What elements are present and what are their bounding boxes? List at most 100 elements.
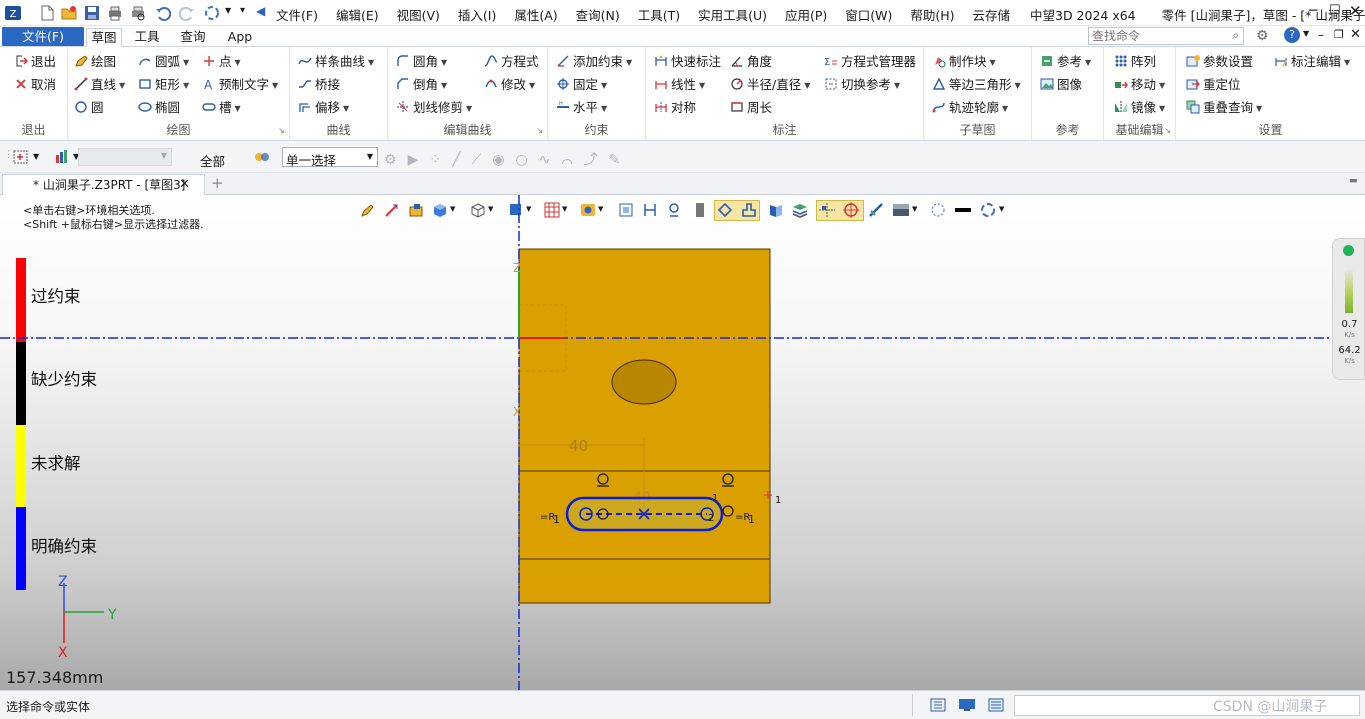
chevron-down-icon[interactable]: ▼ [183, 58, 189, 67]
dimension-edit-button[interactable]: 标注编辑 ▼ [1274, 53, 1350, 71]
horizontal-button[interactable]: H 水平 ▼ [556, 99, 607, 117]
tab-list-icon[interactable]: ▬ [1349, 176, 1358, 186]
new-file-icon[interactable] [38, 4, 56, 22]
snap-circle-icon[interactable]: ○ [516, 152, 539, 168]
snap-point-icon[interactable]: ⚙ [384, 152, 408, 168]
move-button[interactable]: 移动 ▼ [1114, 76, 1165, 94]
redo-icon[interactable] [178, 4, 196, 22]
equilateral-triangle-button[interactable]: 等边三角形 ▼ [932, 76, 1021, 94]
chevron-down-icon[interactable]: ▼ [1015, 81, 1021, 90]
chevron-down-icon[interactable]: ▼ [272, 81, 278, 90]
chevron-down-icon[interactable]: ▼ [699, 81, 705, 90]
command-search-box[interactable]: ⌕ [1088, 27, 1244, 45]
list-view-icon[interactable] [988, 698, 1004, 712]
save-icon[interactable] [83, 4, 101, 22]
modify-button[interactable]: 修改 ▼ [484, 76, 535, 94]
toggle-reference-button[interactable]: 切换参考 ▼ [824, 76, 900, 94]
cancel-button[interactable]: 取消 [14, 76, 56, 94]
performance-monitor-panel[interactable]: 0.7 K/s 64.2 K/s [1332, 238, 1365, 380]
overlap-query-button[interactable]: 重叠查询 ▼ [1186, 99, 1262, 117]
relocate-button[interactable]: 重定位 [1186, 76, 1241, 94]
part-hole[interactable] [611, 359, 677, 405]
snap-center-icon[interactable]: ◉ [492, 152, 515, 168]
snap-filter-toolbar[interactable]: ⚙▶⁘╱⟋◉○∿⌒⤴✎ [384, 149, 674, 168]
tab-tools[interactable]: 工具 [128, 28, 166, 47]
chevron-down-icon[interactable]: ▼ [466, 104, 472, 113]
chevron-down-icon[interactable]: ▼ [441, 58, 447, 67]
perimeter-button[interactable]: 周长 [730, 99, 772, 117]
rectangle-button[interactable]: 矩形 ▼ [138, 76, 189, 94]
mirror-button[interactable]: 镜像 ▼ [1114, 99, 1165, 117]
chevron-down-icon[interactable]: ▼ [601, 81, 607, 90]
radius-diameter-button[interactable]: 半径/直径 ▼ [730, 76, 810, 94]
add-constraint-button[interactable]: 添加约束 ▼ [556, 53, 632, 71]
menu-file[interactable]: 文件(F) [276, 8, 318, 23]
help-icon[interactable]: ? [1284, 27, 1300, 43]
search-icon[interactable]: ⌕ [1232, 28, 1239, 43]
sketch-canvas[interactable]: Z X 40 40 =R 1 =R 1 1 1 2 Z [0, 195, 1365, 690]
document-tab-sketch3[interactable]: * 山涧果子.Z3PRT - [草图3] ✕ [2, 174, 205, 195]
snap-tangent-icon[interactable]: ⤴ [584, 152, 609, 168]
draw-button[interactable]: 绘图 [74, 53, 116, 71]
snap-arc-icon[interactable]: ⌒ [562, 152, 584, 168]
bridge-button[interactable]: 桥接 [298, 76, 340, 94]
dialog-launcher-icon[interactable]: ↘ [1164, 126, 1171, 135]
circle-button[interactable]: 圆 [74, 99, 104, 117]
open-folder-icon[interactable] [60, 4, 78, 22]
preset-text-button[interactable]: A 预制文字 ▼ [202, 76, 278, 94]
snap-brush-icon[interactable]: ✎ [609, 152, 632, 168]
dialog-launcher-icon[interactable]: ↘ [278, 126, 285, 135]
menu-cloud[interactable]: 云存储 [973, 8, 1011, 23]
chevron-down-icon[interactable]: ▼ [343, 104, 349, 113]
filter-all-label[interactable]: 全部 [200, 151, 225, 170]
chevron-down-icon[interactable]: ▼ [1159, 104, 1165, 113]
tab-app[interactable]: App [220, 28, 260, 47]
color-filter-icon[interactable] [54, 149, 72, 165]
minimize-icon[interactable]: ─ [1309, 3, 1317, 19]
menu-window[interactable]: 窗口(W) [845, 8, 892, 23]
pattern-button[interactable]: 阵列 [1114, 53, 1156, 71]
add-filter-icon[interactable] [12, 149, 30, 165]
chevron-down-icon[interactable]: ▼ [1002, 104, 1008, 113]
snap-endpoint-icon[interactable]: ⟋ [472, 152, 493, 168]
close-icon[interactable]: ✕ [1349, 2, 1362, 20]
menu-edit[interactable]: 编辑(E) [336, 8, 379, 23]
point-button[interactable]: 点 ▼ [202, 53, 241, 71]
fillet-button[interactable]: 圆角 ▼ [396, 53, 447, 71]
file-menu-button[interactable]: 文件(F) [2, 27, 84, 46]
monitor-icon[interactable] [958, 698, 976, 712]
tab-query[interactable]: 查询 [172, 28, 214, 47]
undo-icon[interactable] [154, 4, 172, 22]
equation-manager-button[interactable]: Σ 方程式管理器 [824, 53, 916, 71]
tab-sketch[interactable]: 草图 [86, 28, 122, 47]
menu-query[interactable]: 查询(N) [576, 8, 620, 23]
filter-settings-icon[interactable] [253, 149, 271, 165]
angle-dimension-button[interactable]: 角度 [730, 53, 772, 71]
menu-tools[interactable]: 工具(T) [638, 8, 680, 23]
arc-button[interactable]: 圆弧 ▼ [138, 53, 189, 71]
image-button[interactable]: 图像 [1040, 76, 1082, 94]
rebuild-icon[interactable] [203, 4, 221, 22]
close-tab-icon[interactable]: ✕ [179, 175, 190, 195]
color-filter-dropdown[interactable]: ▼ [78, 148, 172, 166]
trim-button[interactable]: 划线修剪 ▼ [396, 99, 472, 117]
chevron-down-icon[interactable]: ▼ [601, 104, 607, 113]
chevron-down-icon[interactable]: ▼ [1085, 58, 1091, 67]
ribbon-minimize-icon[interactable]: – [1318, 28, 1324, 42]
app-logo-icon[interactable]: Z [4, 4, 22, 22]
restore-icon[interactable]: ❐ [1334, 28, 1344, 41]
equation-curve-button[interactable]: 方程式 [484, 53, 539, 71]
chevron-down-icon[interactable]: ▼ [183, 81, 189, 90]
menu-attribute[interactable]: 属性(A) [514, 8, 557, 23]
exit-button[interactable]: 退出 [14, 53, 56, 71]
quick-dimension-button[interactable]: 快速标注 [654, 53, 721, 71]
chevron-down-icon[interactable]: ▼ [1256, 104, 1262, 113]
line-button[interactable]: 直线 ▼ [74, 76, 125, 94]
new-tab-icon[interactable]: + [211, 174, 224, 192]
graphics-viewport[interactable]: <单击右键>环境相关选项. <Shift +鼠标右键>显示选择过滤器. ▼ ▼ … [0, 195, 1365, 690]
spline-button[interactable]: 样条曲线 ▼ [298, 53, 374, 71]
chevron-down-icon[interactable]: ▼ [441, 81, 447, 90]
close-document-icon[interactable]: ✕ [1350, 27, 1361, 42]
chevron-down-icon[interactable]: ▼ [990, 58, 996, 67]
make-block-button[interactable]: 制作块 ▼ [932, 53, 996, 71]
